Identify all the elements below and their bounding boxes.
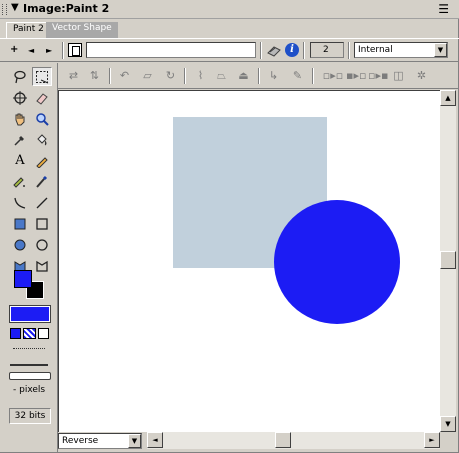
- trace-edges-icon[interactable]: ✎: [290, 69, 305, 83]
- vertical-scrollbar[interactable]: ▲ ▼: [440, 90, 456, 432]
- foreground-color-chip[interactable]: [14, 270, 32, 288]
- registration-point-icon[interactable]: [10, 88, 30, 107]
- ellipse-icon[interactable]: [32, 235, 52, 254]
- smooth-icon[interactable]: ↳: [266, 69, 281, 83]
- tab-strip: Paint 2 Vector Shape: [0, 19, 459, 38]
- line-icon[interactable]: [32, 193, 52, 212]
- invert-colors-icon[interactable]: ▫▸▫: [322, 69, 344, 83]
- toolbar-separator: [109, 68, 111, 84]
- magnifier-icon[interactable]: [32, 109, 52, 128]
- paint-canvas[interactable]: [58, 90, 440, 432]
- lasso-icon[interactable]: [10, 67, 30, 86]
- toolbar-separator: [348, 42, 350, 59]
- member-property-bar: + ◄ ► i 2 Internal ▼: [0, 38, 459, 62]
- polygon-icon[interactable]: [32, 256, 52, 275]
- lighten-icon[interactable]: ▪▸▫: [346, 69, 366, 83]
- next-member-icon[interactable]: ►: [46, 46, 52, 55]
- cast-select-value: Internal: [358, 45, 393, 55]
- filled-rectangle-icon[interactable]: [10, 214, 30, 233]
- window-title: Image:Paint 2: [23, 2, 110, 15]
- marquee-icon[interactable]: [32, 67, 52, 86]
- warp-icon[interactable]: ⌇: [193, 69, 208, 83]
- line-style-divider: [13, 348, 45, 349]
- arc-icon[interactable]: [10, 193, 30, 212]
- text-icon[interactable]: A: [10, 151, 30, 170]
- darken-icon[interactable]: ▫▸▪: [368, 69, 388, 83]
- toolbar-separator: [184, 68, 186, 84]
- tab-vector-shape[interactable]: Vector Shape: [46, 22, 118, 38]
- flip-vertical-icon[interactable]: ⇅: [87, 69, 102, 83]
- collapse-arrow-icon[interactable]: ▼: [11, 2, 19, 13]
- horizontal-scroll-thumb[interactable]: [275, 432, 291, 448]
- scroll-up-arrow-icon[interactable]: ▲: [440, 90, 456, 106]
- paint-bucket-icon[interactable]: [32, 130, 52, 149]
- paint-window: ▼ Image:Paint 2 ☰ Paint 2 Vector Shape +…: [0, 0, 459, 453]
- toolbar-separator: [258, 68, 260, 84]
- eyedropper-icon[interactable]: [10, 130, 30, 149]
- scroll-down-arrow-icon[interactable]: ▼: [440, 416, 456, 432]
- switch-colors-icon[interactable]: ✲: [414, 69, 429, 83]
- toolbar-separator: [260, 42, 262, 59]
- chevron-down-icon[interactable]: ▼: [434, 43, 447, 57]
- pattern-chip[interactable]: [38, 328, 49, 339]
- horizontal-scrollbar[interactable]: ◄ ►: [147, 432, 440, 449]
- pencil-icon[interactable]: [32, 151, 52, 170]
- panel-menu-icon[interactable]: ☰: [438, 2, 449, 16]
- rotate-right-icon[interactable]: ↻: [163, 69, 178, 83]
- vertical-scroll-thumb[interactable]: [440, 251, 456, 269]
- distort-icon[interactable]: ⏏: [236, 69, 251, 83]
- tab-paint-2[interactable]: Paint 2: [6, 22, 51, 38]
- flip-horizontal-icon[interactable]: ⇄: [66, 69, 81, 83]
- scroll-right-arrow-icon[interactable]: ►: [424, 432, 440, 448]
- air-brush-icon[interactable]: [10, 172, 30, 191]
- info-icon[interactable]: i: [285, 43, 299, 57]
- color-depth-indicator: 32 bits: [9, 408, 51, 424]
- scroll-left-arrow-icon[interactable]: ◄: [147, 432, 163, 448]
- paintbrush-icon[interactable]: [32, 172, 52, 191]
- perspective-icon[interactable]: ⏢: [214, 69, 229, 83]
- toolbar-separator: [312, 68, 314, 84]
- previous-member-icon[interactable]: ◄: [28, 46, 34, 55]
- title-bar: ▼ Image:Paint 2 ☰: [0, 0, 459, 19]
- member-number-field: 2: [310, 42, 344, 58]
- script-icon[interactable]: [266, 43, 282, 57]
- eraser-icon[interactable]: [32, 88, 52, 107]
- tools-panel: A - pixels 32 bits: [0, 63, 58, 453]
- rectangle-icon[interactable]: [32, 214, 52, 233]
- toolbar-separator: [303, 42, 305, 59]
- solid-pattern-chip[interactable]: [10, 328, 21, 339]
- skew-icon[interactable]: ▱: [140, 69, 155, 83]
- line-width-label: - pixels: [13, 385, 46, 395]
- image-toolbar: ⇄ ⇅ ↶ ▱ ↻ ⌇ ⏢ ⏏ ↳ ✎ ▫▸▫ ▪▸▫ ▫▸▪ ◫ ✲: [58, 63, 459, 89]
- member-name-input[interactable]: [86, 42, 256, 58]
- scroll-corner: [440, 432, 456, 449]
- gradient-colors-chip[interactable]: [9, 305, 51, 323]
- filled-ellipse-icon[interactable]: [10, 235, 30, 254]
- tile-pattern-chip[interactable]: [23, 328, 36, 339]
- drag-cast-member-icon[interactable]: [68, 43, 82, 57]
- no-line-option[interactable]: [10, 364, 48, 366]
- chevron-down-icon[interactable]: ▼: [128, 434, 141, 448]
- ink-select[interactable]: Reverse ▼: [58, 433, 142, 449]
- grip-handle[interactable]: [2, 4, 7, 15]
- fill-icon[interactable]: ◫: [391, 69, 406, 83]
- hand-icon[interactable]: [10, 109, 30, 128]
- rotate-left-icon[interactable]: ↶: [117, 69, 132, 83]
- ink-select-value: Reverse: [62, 436, 99, 446]
- blue-circle-shape: [274, 200, 400, 324]
- cast-select[interactable]: Internal ▼: [354, 42, 448, 58]
- toolbar-separator: [62, 42, 64, 59]
- line-width-selector[interactable]: [9, 372, 51, 380]
- add-member-icon[interactable]: +: [10, 44, 18, 55]
